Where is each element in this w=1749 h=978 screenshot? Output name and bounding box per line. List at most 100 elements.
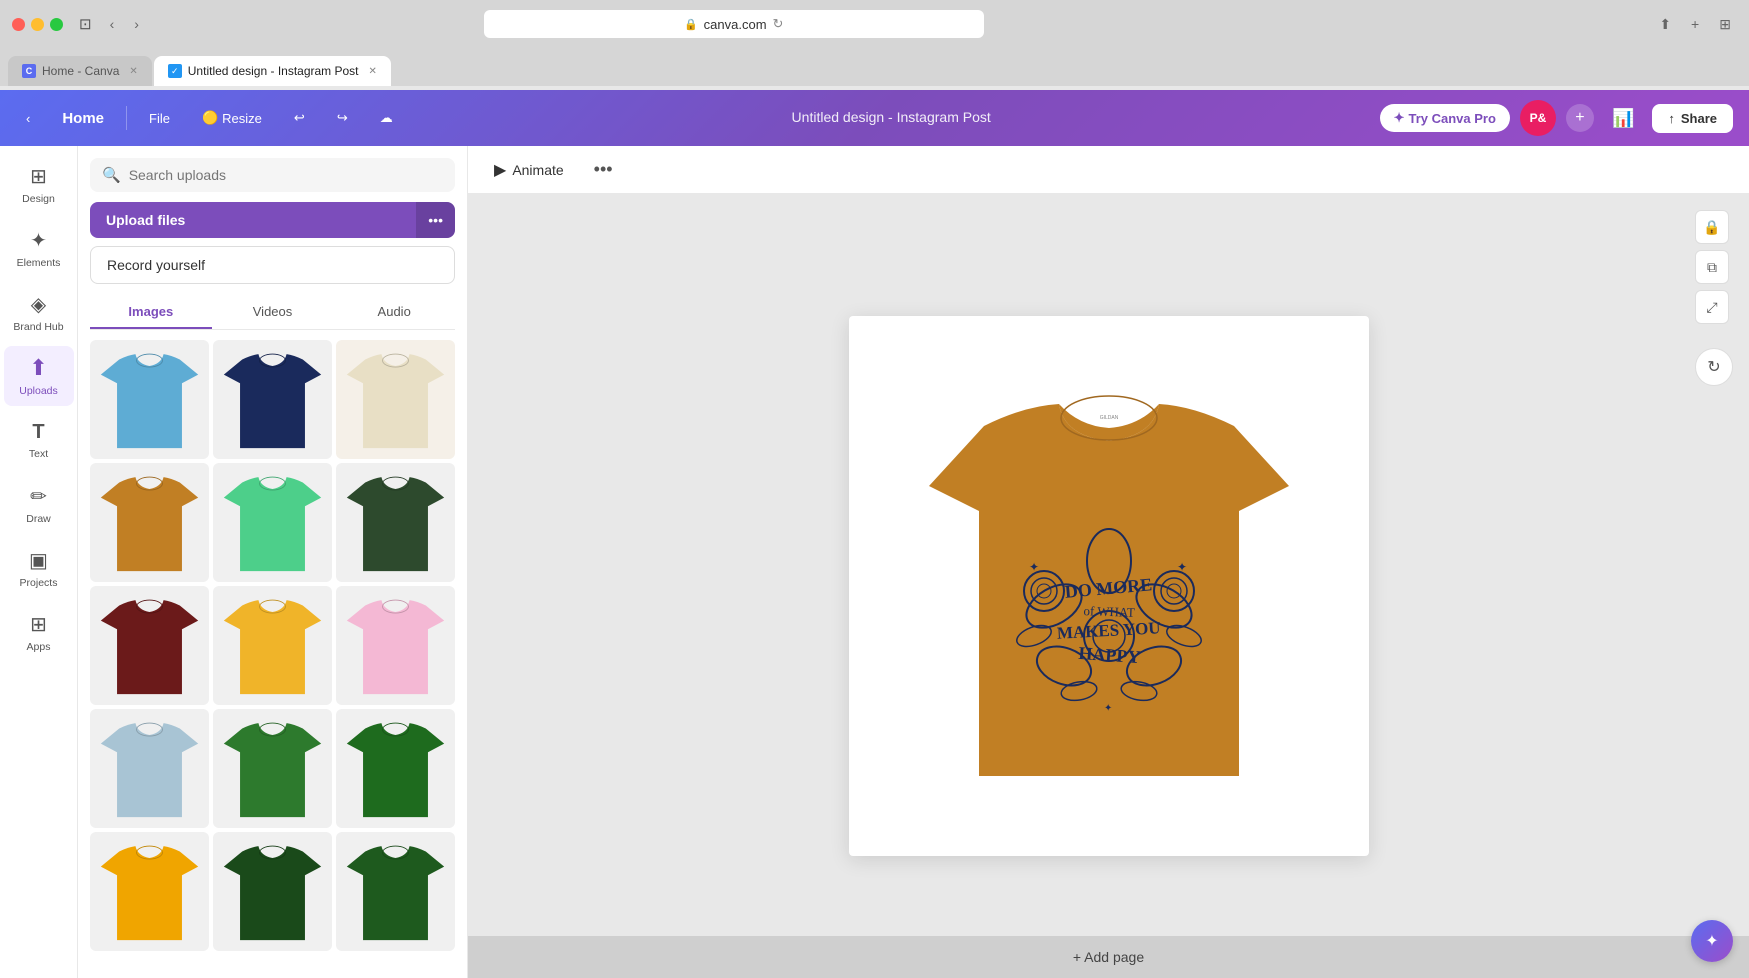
home-btn[interactable]: Home bbox=[52, 104, 114, 133]
search-input[interactable] bbox=[129, 167, 443, 183]
extensions-btn[interactable]: ⊞ bbox=[1713, 12, 1737, 37]
record-label: Record yourself bbox=[107, 257, 205, 273]
canvas-wrapper: 🔒 ⧉ ⤢ ↻ .shirt-body { fill: #c17f24; } bbox=[468, 194, 1749, 978]
apps-label: Apps bbox=[27, 641, 51, 653]
grid-item-tshirt[interactable] bbox=[90, 709, 209, 828]
grid-item-tshirt[interactable] bbox=[90, 340, 209, 459]
app-layout: ‹ Home File 🟡 Resize ↩ ↪ ☁ Untitled desi… bbox=[0, 90, 1749, 978]
sidebar-item-elements[interactable]: ✦ Elements bbox=[4, 218, 74, 278]
draw-label: Draw bbox=[26, 513, 51, 525]
resize-label: Resize bbox=[222, 111, 262, 126]
grid-item-tshirt[interactable] bbox=[336, 463, 455, 582]
duplicate-btn[interactable]: ⧉ bbox=[1695, 250, 1729, 284]
undo-btn[interactable]: ↩ bbox=[284, 104, 315, 132]
magic-tools-btn[interactable]: ✦ bbox=[1691, 920, 1733, 962]
sidebar-item-uploads[interactable]: ⬆ Uploads bbox=[4, 346, 74, 406]
sidebar-item-design[interactable]: ⊞ Design bbox=[4, 154, 74, 214]
reload-icon[interactable]: ↻ bbox=[773, 16, 784, 32]
save-btn[interactable]: ☁ bbox=[370, 104, 403, 132]
new-tab-btn[interactable]: + bbox=[1685, 12, 1705, 37]
grid-item-tshirt[interactable] bbox=[90, 832, 209, 951]
avatar-btn[interactable]: P& bbox=[1520, 100, 1556, 136]
svg-text:✦: ✦ bbox=[1177, 560, 1187, 574]
projects-icon: ▣ bbox=[29, 548, 48, 573]
browser-actions: ⬆ + ⊞ bbox=[1653, 12, 1737, 37]
tab-design-label: Untitled design - Instagram Post bbox=[188, 64, 359, 78]
grid-item-tshirt[interactable] bbox=[90, 586, 209, 705]
animate-icon: ▶ bbox=[494, 160, 506, 180]
close-window-btn[interactable] bbox=[12, 18, 25, 31]
tab-home-canva[interactable]: C Home - Canva ✕ bbox=[8, 56, 152, 86]
url-text: canva.com bbox=[704, 17, 767, 32]
browser-chrome: ⊡ ‹ › 🔒 canva.com ↻ ⬆ + ⊞ C Home - Canva… bbox=[0, 0, 1749, 90]
share-page-btn[interactable]: ⬆ bbox=[1653, 12, 1677, 37]
svg-text:✦: ✦ bbox=[1029, 560, 1039, 574]
design-canvas[interactable]: .shirt-body { fill: #c17f24; } GILDAN bbox=[849, 316, 1369, 856]
maximize-window-btn[interactable] bbox=[50, 18, 63, 31]
text-icon: T bbox=[32, 421, 44, 444]
star-icon: ✦ bbox=[1394, 110, 1405, 126]
lock-btn[interactable]: 🔒 bbox=[1695, 210, 1729, 244]
grid-item-tshirt[interactable] bbox=[213, 832, 332, 951]
grid-item-tshirt[interactable] bbox=[336, 709, 455, 828]
more-options-btn[interactable]: ••• bbox=[586, 155, 621, 184]
toolbar-center: Untitled design - Instagram Post bbox=[415, 109, 1368, 127]
upload-more-options-btn[interactable]: ••• bbox=[416, 202, 455, 238]
minimize-window-btn[interactable] bbox=[31, 18, 44, 31]
sidebar-item-projects[interactable]: ▣ Projects bbox=[4, 538, 74, 598]
svg-text:GILDAN: GILDAN bbox=[1099, 415, 1118, 421]
sidebar-item-draw[interactable]: ✏ Draw bbox=[4, 474, 74, 534]
brand-hub-label: Brand Hub bbox=[13, 321, 63, 333]
toolbar-right: ✦ Try Canva Pro P& + 📊 ↑ Share bbox=[1380, 100, 1733, 136]
file-menu-btn[interactable]: File bbox=[139, 105, 180, 132]
tab-close-home[interactable]: ✕ bbox=[129, 66, 137, 77]
audio-tab-label: Audio bbox=[378, 304, 411, 319]
browser-tabs: C Home - Canva ✕ ✓ Untitled design - Ins… bbox=[0, 48, 1749, 86]
grid-item-tshirt[interactable] bbox=[213, 709, 332, 828]
animate-btn[interactable]: ▶ Animate bbox=[484, 154, 574, 186]
upload-btn-wrapper: Upload files ••• bbox=[90, 202, 455, 238]
expand-btn[interactable]: ⤢ bbox=[1695, 290, 1729, 324]
resize-btn[interactable]: 🟡 Resize bbox=[192, 104, 272, 132]
stats-btn[interactable]: 📊 bbox=[1604, 104, 1642, 133]
tab-videos[interactable]: Videos bbox=[212, 296, 334, 329]
videos-tab-label: Videos bbox=[253, 304, 293, 319]
add-page-bar[interactable]: + Add page bbox=[468, 936, 1749, 978]
sidebar-item-text[interactable]: T Text bbox=[4, 410, 74, 470]
nav-forward-btn[interactable]: › bbox=[128, 12, 145, 36]
upload-files-btn[interactable]: Upload files bbox=[90, 202, 416, 238]
tab-audio[interactable]: Audio bbox=[333, 296, 455, 329]
magic-icon: ✦ bbox=[1705, 931, 1718, 951]
share-label: Share bbox=[1681, 111, 1717, 126]
sidebar-item-apps[interactable]: ⊞ Apps bbox=[4, 602, 74, 662]
add-collaborator-btn[interactable]: + bbox=[1566, 104, 1594, 132]
share-btn[interactable]: ↑ Share bbox=[1652, 104, 1733, 133]
grid-item-tshirt[interactable] bbox=[213, 340, 332, 459]
grid-item-tshirt[interactable] bbox=[213, 463, 332, 582]
tab-images[interactable]: Images bbox=[90, 296, 212, 329]
grid-item-tshirt[interactable] bbox=[336, 340, 455, 459]
grid-item-tshirt[interactable] bbox=[213, 586, 332, 705]
grid-item-tshirt[interactable] bbox=[336, 586, 455, 705]
projects-label: Projects bbox=[20, 577, 58, 589]
draw-icon: ✏ bbox=[30, 484, 47, 509]
browser-top-bar: ⊡ ‹ › 🔒 canva.com ↻ ⬆ + ⊞ bbox=[0, 0, 1749, 48]
image-grid bbox=[90, 340, 455, 951]
record-yourself-btn[interactable]: Record yourself bbox=[90, 246, 455, 284]
tab-close-design[interactable]: ✕ bbox=[369, 66, 377, 77]
upload-files-label: Upload files bbox=[106, 212, 185, 228]
grid-item-tshirt[interactable] bbox=[336, 832, 455, 951]
sidebar-item-brand-hub[interactable]: ◈ Brand Hub bbox=[4, 282, 74, 342]
tab-design[interactable]: ✓ Untitled design - Instagram Post ✕ bbox=[154, 56, 391, 86]
nav-back-btn[interactable]: ‹ bbox=[104, 12, 121, 36]
grid-item-tshirt[interactable] bbox=[90, 463, 209, 582]
redo-btn[interactable]: ↪ bbox=[327, 104, 358, 132]
animate-label: Animate bbox=[512, 162, 563, 178]
refresh-btn[interactable]: ↻ bbox=[1695, 348, 1733, 386]
home-back-btn[interactable]: ‹ bbox=[16, 105, 40, 132]
address-bar[interactable]: 🔒 canva.com ↻ bbox=[484, 10, 984, 38]
search-icon: 🔍 bbox=[102, 166, 121, 184]
share-arrow-icon: ↑ bbox=[1668, 111, 1675, 126]
sidebar-toggle-btn[interactable]: ⊡ bbox=[79, 15, 92, 33]
try-canva-pro-btn[interactable]: ✦ Try Canva Pro bbox=[1380, 104, 1510, 132]
